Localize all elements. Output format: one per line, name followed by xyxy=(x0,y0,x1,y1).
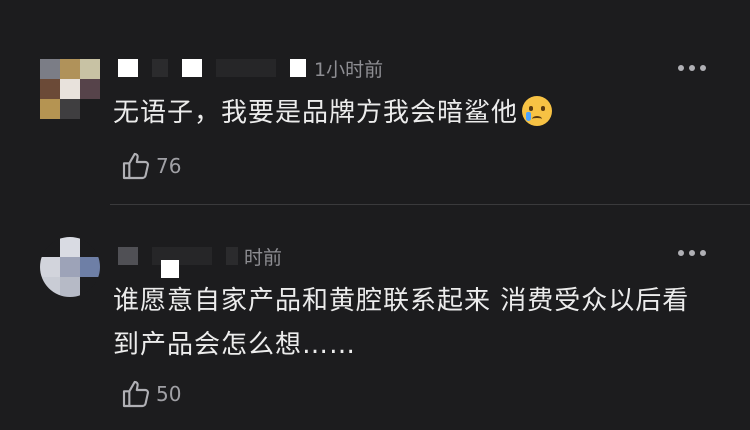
username-row: 时前 xyxy=(118,244,283,269)
comment-item: 1小时前 无语子，我要是品牌方我会暗鲨他 76 xyxy=(0,0,750,204)
redacted-username xyxy=(216,59,276,77)
comment-text: 谁愿意自家产品和黄腔联系起来 消费受众以后看到产品会怎么想…… xyxy=(113,286,690,360)
redacted-username xyxy=(152,59,168,77)
more-options-icon[interactable] xyxy=(678,65,706,71)
comment-item: 时前 谁愿意自家产品和黄腔联系起来 消费受众以后看到产品会怎么想…… 50 xyxy=(0,205,750,430)
username-row: 1小时前 xyxy=(118,56,384,81)
like-count: 76 xyxy=(156,154,182,178)
crying-face-icon xyxy=(522,96,553,126)
redacted-username xyxy=(161,260,179,278)
comment-text: 无语子，我要是品牌方我会暗鲨他 xyxy=(113,91,710,135)
like-button[interactable]: 50 xyxy=(120,378,181,410)
redacted-username xyxy=(226,247,238,265)
thumbs-up-icon xyxy=(122,380,150,408)
redacted-username xyxy=(118,247,138,265)
redacted-username xyxy=(290,59,306,77)
more-options-icon[interactable] xyxy=(678,250,706,256)
comment-time: 1小时前 xyxy=(314,58,384,81)
redacted-username xyxy=(118,59,138,77)
redacted-username xyxy=(182,59,202,77)
comment-time: 时前 xyxy=(244,246,283,269)
like-count: 50 xyxy=(156,382,182,406)
like-button[interactable]: 76 xyxy=(120,150,181,182)
avatar[interactable] xyxy=(40,237,100,297)
thumbs-up-icon xyxy=(122,152,150,180)
avatar[interactable] xyxy=(40,59,100,119)
